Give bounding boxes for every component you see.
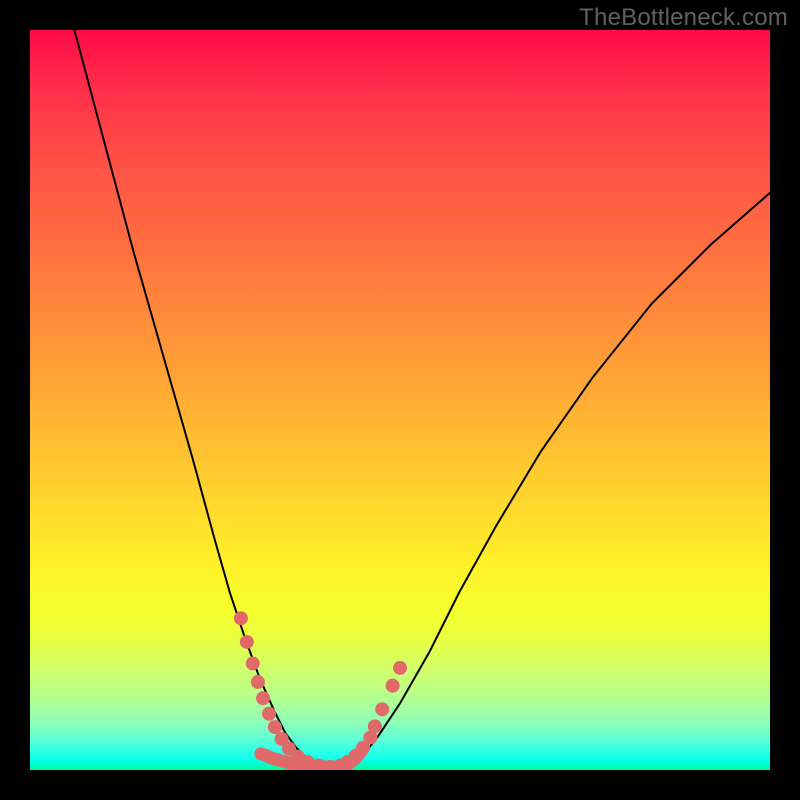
marker-dot [251, 675, 265, 689]
marker-dot [240, 635, 254, 649]
attribution-label: TheBottleneck.com [579, 4, 788, 32]
marker-dot [368, 719, 382, 733]
bottleneck-curve [74, 30, 770, 767]
marker-dot [375, 702, 389, 716]
marker-dot [256, 691, 270, 705]
plot-area [30, 30, 770, 770]
marker-group [234, 611, 407, 770]
chart-frame: TheBottleneck.com [0, 0, 800, 800]
marker-dot [268, 720, 282, 734]
marker-dot [262, 707, 276, 721]
chart-svg [30, 30, 770, 770]
marker-dot [234, 611, 248, 625]
marker-dot [393, 661, 407, 675]
marker-dot [386, 679, 400, 693]
marker-dot [246, 656, 260, 670]
